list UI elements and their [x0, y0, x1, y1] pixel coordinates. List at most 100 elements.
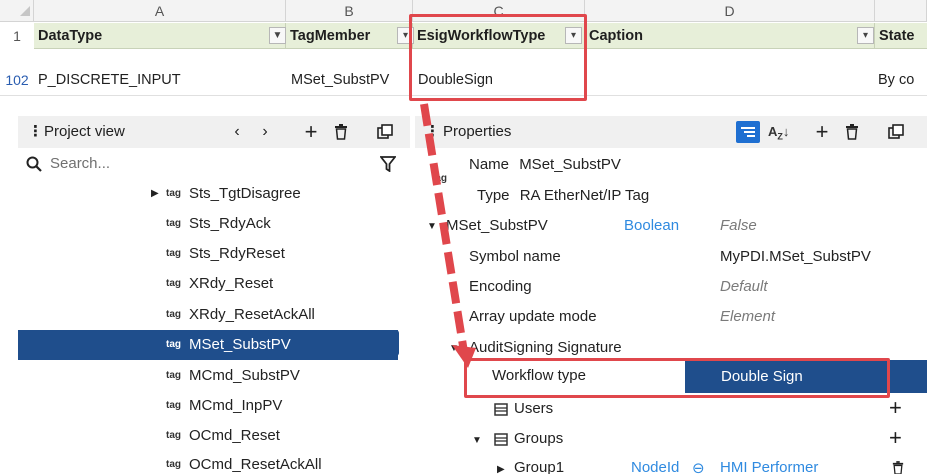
- tree-item[interactable]: tag Sts_RdyAck: [18, 209, 398, 239]
- header-cell-datatype[interactable]: DataType: [34, 23, 286, 49]
- filter-dropdown-button[interactable]: ▾: [857, 27, 874, 44]
- tree-item-label: OCmd_ResetAckAll: [189, 456, 322, 473]
- users-icon: [493, 401, 509, 422]
- caret-down-icon[interactable]: ▼: [449, 343, 459, 354]
- symbol-name-label: Symbol name: [469, 248, 561, 265]
- filter-applied-icon[interactable]: ▼: [269, 27, 286, 44]
- filter-icon[interactable]: [379, 150, 397, 178]
- project-view-title: Project view: [44, 123, 125, 140]
- copy-icon[interactable]: [885, 116, 907, 148]
- encoding-label: Encoding: [469, 278, 532, 295]
- name-value[interactable]: MSet_SubstPV: [519, 156, 621, 173]
- tree-item-label: MCmd_InpPV: [189, 397, 283, 414]
- delete-group-icon[interactable]: [892, 461, 904, 474]
- audit-signing-group[interactable]: AuditSigning Signature: [469, 339, 622, 356]
- symbol-name-value[interactable]: MyPDI.MSet_SubstPV: [720, 248, 871, 265]
- member-value[interactable]: False: [720, 217, 757, 234]
- name-row: Name MSet_SubstPV: [469, 156, 621, 173]
- col-header-b[interactable]: B: [286, 0, 413, 22]
- type-value: RA EtherNet/IP Tag: [519, 187, 650, 204]
- tree-item[interactable]: tag MCmd_SubstPV: [18, 361, 398, 391]
- tree-item-label: MCmd_SubstPV: [189, 367, 300, 384]
- add-group-icon[interactable]: +: [889, 425, 902, 451]
- type-label: Type: [477, 187, 510, 204]
- tree-item[interactable]: tag XRdy_Reset: [18, 269, 398, 299]
- properties-header: ⋮ Properties AZ↓ +: [415, 116, 927, 148]
- sort-az-icon[interactable]: AZ↓: [768, 116, 789, 153]
- member-name[interactable]: MSet_SubstPV: [446, 217, 548, 234]
- col-header-e[interactable]: [875, 0, 927, 22]
- tree-item[interactable]: tag MCmd_InpPV: [18, 391, 398, 421]
- scrollbar-thumb[interactable]: [392, 330, 399, 356]
- col-header-a[interactable]: A: [34, 0, 286, 22]
- cell-tagmember[interactable]: MSet_SubstPV: [291, 72, 389, 88]
- tree-item-selected[interactable]: tag MSet_SubstPV: [18, 330, 398, 360]
- delete-icon[interactable]: [841, 116, 863, 148]
- group1-name[interactable]: Group1: [514, 459, 564, 474]
- caret-down-icon[interactable]: ▼: [427, 221, 437, 232]
- add-icon[interactable]: +: [300, 116, 322, 148]
- tag-icon: tag: [166, 459, 181, 470]
- tag-icon: tag: [166, 430, 181, 441]
- tree-item-label: Sts_TgtDisagree: [189, 185, 301, 202]
- cell-datatype[interactable]: P_DISCRETE_INPUT: [38, 72, 181, 88]
- header-cell-state[interactable]: State: [875, 23, 927, 49]
- add-icon[interactable]: +: [811, 116, 833, 148]
- highlight-workflow-type-row: [464, 358, 890, 398]
- project-view-header: ⋮ Project view ‹ › +: [18, 116, 410, 148]
- tree-item[interactable]: ▶ tag Sts_TgtDisagree: [18, 179, 398, 209]
- tag-icon: tag: [166, 218, 181, 229]
- search-icon: [26, 150, 42, 178]
- tree-item[interactable]: tag XRdy_ResetAckAll: [18, 300, 398, 330]
- tag-icon: tag: [166, 248, 181, 259]
- drag-handle-icon[interactable]: ⋮: [425, 116, 440, 148]
- encoding-value[interactable]: Default: [720, 278, 768, 295]
- member-type[interactable]: Boolean: [624, 217, 679, 234]
- array-update-mode-label: Array update mode: [469, 308, 597, 325]
- tree-item-label: MSet_SubstPV: [189, 336, 291, 353]
- corner-cell[interactable]: [0, 0, 34, 22]
- tree-item[interactable]: tag OCmd_ResetAckAll: [18, 450, 398, 474]
- row-header-1[interactable]: 1: [0, 23, 34, 49]
- properties-panel: ⋮ Properties AZ↓ + tag Name MSet_SubstPV…: [415, 116, 927, 474]
- caret-down-icon[interactable]: ▼: [472, 435, 482, 446]
- copy-icon[interactable]: [374, 116, 396, 148]
- filter-funnel-icon: ▼: [272, 30, 283, 41]
- group1-value[interactable]: HMI Performer: [720, 459, 818, 474]
- header-cell-tagmember[interactable]: TagMember: [286, 23, 413, 49]
- cell-state[interactable]: By co: [878, 72, 914, 88]
- tag-icon: tag: [166, 309, 181, 320]
- groups-label[interactable]: Groups: [514, 430, 563, 447]
- tag-icon: tag: [166, 400, 181, 411]
- project-search-bar[interactable]: Search...: [18, 150, 410, 178]
- tree-item[interactable]: tag OCmd_Reset: [18, 421, 398, 451]
- col-header-d[interactable]: D: [585, 0, 875, 22]
- tag-icon: tag: [432, 173, 447, 184]
- delete-icon[interactable]: [330, 116, 352, 148]
- tree-item[interactable]: tag Sts_RdyReset: [18, 239, 398, 269]
- add-user-icon[interactable]: +: [889, 395, 902, 421]
- tag-icon: tag: [166, 370, 181, 381]
- caret-right-icon[interactable]: ▶: [151, 179, 159, 209]
- group1-type[interactable]: NodeId: [631, 459, 679, 474]
- name-label: Name: [469, 156, 510, 173]
- tree-item-label: Sts_RdyAck: [189, 215, 271, 232]
- tag-icon: tag: [166, 278, 181, 289]
- select-all-triangle-icon: [20, 6, 30, 16]
- tree-item-label: Sts_RdyReset: [189, 245, 285, 262]
- header-cell-caption[interactable]: Caption: [585, 23, 875, 49]
- tree-item-label: XRdy_ResetAckAll: [189, 306, 315, 323]
- highlight-esigworkflowtype-column: [409, 14, 587, 101]
- search-input[interactable]: Search...: [50, 150, 110, 178]
- group-view-button[interactable]: [736, 121, 760, 143]
- caret-right-icon[interactable]: ▶: [497, 464, 505, 474]
- chevron-right-icon[interactable]: ›: [254, 116, 276, 148]
- tag-icon: tag: [166, 339, 181, 350]
- drag-handle-icon[interactable]: ⋮: [28, 116, 43, 148]
- array-update-mode-value[interactable]: Element: [720, 308, 775, 325]
- link-icon[interactable]: ⊖: [692, 459, 705, 474]
- users-label[interactable]: Users: [514, 400, 553, 417]
- chevron-left-icon[interactable]: ‹: [226, 116, 248, 148]
- tree-item-label: OCmd_Reset: [189, 427, 280, 444]
- row-header-102[interactable]: 102: [0, 72, 34, 88]
